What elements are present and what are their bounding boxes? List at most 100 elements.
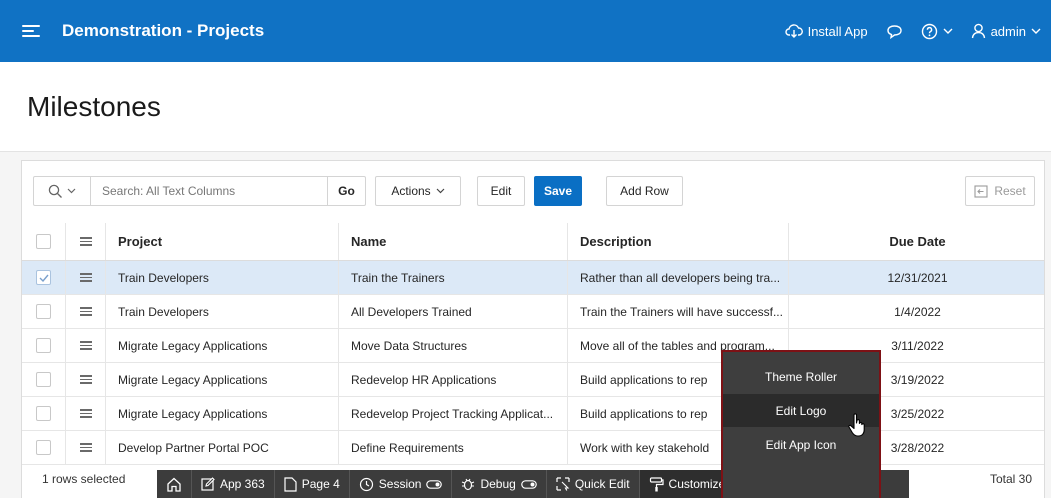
table-row[interactable]: Migrate Legacy Applications Redevelop Pro… (22, 397, 1044, 431)
page-icon (284, 476, 297, 492)
row-checkbox[interactable] (36, 406, 51, 421)
row-actions-header (66, 223, 106, 260)
user-menu-button[interactable]: admin (971, 23, 1041, 39)
column-header-description[interactable]: Description (568, 223, 789, 260)
grid-toolbar: Search: All Text Columns Go Actions Edit… (22, 161, 1044, 217)
checkmark-icon (39, 274, 49, 282)
column-header-project[interactable]: Project (106, 223, 339, 260)
search-bar: Search: All Text Columns Go (33, 176, 366, 206)
page-label: Page 4 (301, 477, 340, 491)
row-checkbox[interactable] (36, 372, 51, 387)
row-actions-cell[interactable] (66, 295, 106, 328)
cell-project[interactable]: Migrate Legacy Applications (106, 397, 339, 430)
cell-due-date[interactable]: 12/31/2021 (789, 261, 1046, 294)
search-input[interactable]: Search: All Text Columns (91, 177, 327, 205)
row-actions-cell[interactable] (66, 397, 106, 430)
cloud-download-icon (784, 24, 803, 38)
hamburger-menu-icon[interactable] (22, 25, 40, 37)
edit-square-icon (201, 477, 215, 491)
menu-item-theme-roller[interactable]: Theme Roller (723, 360, 879, 393)
row-actions-cell[interactable] (66, 363, 106, 396)
row-actions-cell[interactable] (66, 261, 106, 294)
row-menu-icon (79, 237, 92, 246)
quick-edit-button[interactable]: Quick Edit (547, 470, 640, 498)
row-menu-icon (79, 443, 92, 452)
row-select-cell[interactable] (22, 363, 66, 396)
session-label: Session (378, 477, 422, 491)
search-column-selector[interactable] (34, 177, 91, 205)
table-row[interactable]: Migrate Legacy Applications Redevelop HR … (22, 363, 1044, 397)
cell-project[interactable]: Migrate Legacy Applications (106, 363, 339, 396)
row-select-cell[interactable] (22, 261, 66, 294)
go-button[interactable]: Go (327, 177, 365, 205)
paint-roller-icon (649, 476, 664, 491)
table-row[interactable]: Train Developers Train the Trainers Rather… (22, 261, 1044, 295)
table-row[interactable]: Train Developers All Developers Trained Tr… (22, 295, 1044, 329)
cell-description[interactable]: Train the Trainers will have successf... (568, 295, 789, 328)
feedback-button[interactable] (886, 24, 903, 39)
help-menu-button[interactable] (921, 23, 953, 40)
cell-description[interactable]: Rather than all developers being tra... (568, 261, 789, 294)
save-button[interactable]: Save (534, 176, 582, 206)
row-actions-cell[interactable] (66, 329, 106, 362)
user-name: admin (990, 23, 1026, 39)
row-checkbox[interactable] (36, 304, 51, 319)
chevron-down-icon (1031, 28, 1041, 34)
select-all-cell[interactable] (22, 223, 66, 260)
home-icon (167, 477, 181, 492)
quick-edit-label: Quick Edit (574, 477, 630, 491)
clock-icon (359, 477, 373, 491)
chevron-down-icon (943, 28, 953, 34)
cell-due-date[interactable]: 1/4/2022 (789, 295, 1046, 328)
row-menu-icon (79, 341, 92, 350)
chevron-down-icon (436, 188, 445, 194)
session-button[interactable]: Session (350, 470, 453, 498)
toggle-icon (521, 479, 537, 489)
app-builder-button[interactable]: App 363 (192, 470, 275, 498)
debug-button[interactable]: Debug (452, 470, 547, 498)
row-select-cell[interactable] (22, 295, 66, 328)
row-menu-icon (79, 307, 92, 316)
page-designer-button[interactable]: Page 4 (275, 470, 350, 498)
selection-status: 1 rows selected (42, 472, 126, 486)
select-all-checkbox[interactable] (36, 234, 51, 249)
row-menu-icon (79, 409, 92, 418)
cell-name[interactable]: Move Data Structures (339, 329, 568, 362)
row-menu-icon (79, 375, 92, 384)
customize-label: Customize (668, 477, 726, 491)
reset-label: Reset (994, 184, 1026, 198)
table-row[interactable]: Migrate Legacy Applications Move Data Str… (22, 329, 1044, 363)
chevron-down-icon (67, 188, 76, 194)
total-count: Total 30 (989, 472, 1032, 486)
column-header-name[interactable]: Name (339, 223, 568, 260)
grid-header-row: Project Name Description Due Date (22, 223, 1044, 261)
cell-name[interactable]: Redevelop HR Applications (339, 363, 568, 396)
install-app-button[interactable]: Install App (784, 23, 868, 39)
help-circle-icon (921, 23, 937, 39)
row-checkbox[interactable] (36, 270, 51, 285)
cell-project[interactable]: Train Developers (106, 295, 339, 328)
cell-name[interactable]: All Developers Trained (339, 295, 568, 328)
cell-name[interactable]: Redevelop Project Tracking Applicat... (339, 397, 568, 430)
app-title[interactable]: Demonstration - Projects (62, 21, 264, 41)
user-icon (971, 23, 985, 39)
hand-cursor-icon (848, 413, 865, 437)
edit-button[interactable]: Edit (477, 176, 525, 206)
row-checkbox[interactable] (36, 338, 51, 353)
column-header-due-date[interactable]: Due Date (789, 223, 1046, 260)
search-icon (48, 184, 62, 198)
home-button[interactable] (157, 470, 192, 498)
reset-button[interactable]: Reset (965, 176, 1035, 206)
cell-project[interactable]: Train Developers (106, 261, 339, 294)
add-row-button[interactable]: Add Row (606, 176, 683, 206)
quick-edit-icon (556, 477, 570, 491)
row-checkbox[interactable] (36, 440, 51, 455)
install-app-label: Install App (807, 23, 868, 39)
app-label: App 363 (220, 477, 265, 491)
row-select-cell[interactable] (22, 397, 66, 430)
row-select-cell[interactable] (22, 329, 66, 362)
cell-project[interactable]: Migrate Legacy Applications (106, 329, 339, 362)
cell-name[interactable]: Train the Trainers (339, 261, 568, 294)
actions-menu-button[interactable]: Actions (375, 176, 461, 206)
actions-label: Actions (391, 184, 431, 198)
